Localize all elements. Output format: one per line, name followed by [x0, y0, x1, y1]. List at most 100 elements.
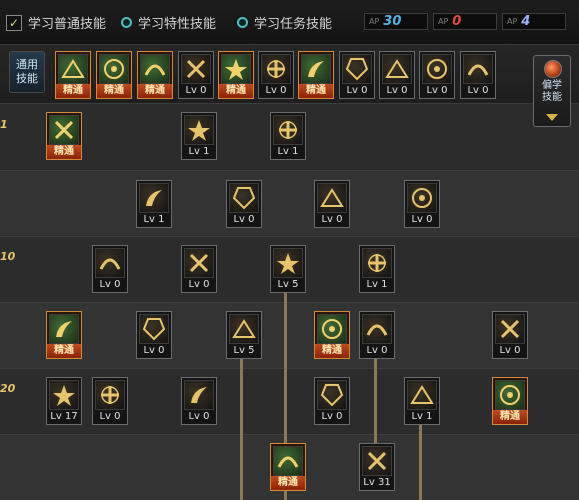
- dragon-icon: [49, 115, 79, 145]
- tree-skill-slot[interactable]: Lv 0: [92, 377, 128, 425]
- skill-level-caption: Lv 0: [499, 345, 521, 356]
- tree-skill-slot[interactable]: Lv 5: [226, 311, 262, 359]
- skill-level-caption: Lv 5: [233, 345, 255, 356]
- stance-icon: [301, 54, 331, 84]
- level-marker: 1: [0, 118, 8, 131]
- wave-slash-icon: [273, 248, 303, 278]
- tree-skill-slot[interactable]: Lv 0: [314, 180, 350, 228]
- skill-level-caption: Lv 0: [233, 214, 255, 225]
- skill-tab-bar: ✓ 学习普通技能 学习特性技能 学习任务技能 AP 30 AP 0 AP 4: [0, 0, 579, 45]
- skill-level-caption: Lv 0: [426, 85, 448, 96]
- tree-skill-slot[interactable]: 精通: [46, 311, 82, 359]
- tree-skill-slot[interactable]: Lv 17: [46, 377, 82, 425]
- skill-level-caption: Lv 5: [277, 279, 299, 290]
- points-value: 0: [452, 14, 462, 29]
- common-skill-slot[interactable]: Lv 0: [178, 51, 214, 99]
- skill-connector: [419, 424, 422, 500]
- common-skills-label: 通用 技能: [9, 51, 45, 93]
- lane-divider: [0, 170, 579, 171]
- specialize-skills-label: 偏学 技能: [542, 80, 562, 103]
- skill-level-caption: Lv 0: [321, 214, 343, 225]
- tree-skill-slot[interactable]: Lv 0: [492, 311, 528, 359]
- tree-skill-slot[interactable]: Lv 5: [270, 245, 306, 293]
- skill-level-caption: Lv 0: [321, 411, 343, 422]
- slash-wave-icon: [273, 446, 303, 476]
- vortex-icon: [407, 380, 437, 410]
- common-skill-slot[interactable]: 精通: [96, 51, 132, 99]
- points-box-blue: AP 30: [364, 13, 428, 30]
- fire-orb-icon: [544, 60, 562, 78]
- tab-quest-skills-label: 学习任务技能: [254, 17, 333, 32]
- tree-skill-slot[interactable]: Lv 0: [181, 377, 217, 425]
- skill-level-caption: Lv 0: [366, 345, 388, 356]
- skill-level-caption: Lv 0: [346, 85, 368, 96]
- crescent-icon: [407, 183, 437, 213]
- armor-icon: [422, 54, 452, 84]
- wings-icon: [181, 54, 211, 84]
- tree-skill-slot[interactable]: Lv 1: [404, 377, 440, 425]
- tab-trait-skills[interactable]: 学习特性技能: [121, 13, 216, 32]
- tree-skill-slot[interactable]: Lv 1: [136, 180, 172, 228]
- tree-skill-slot[interactable]: Lv 1: [181, 112, 217, 160]
- skill-level-caption: Lv 0: [99, 411, 121, 422]
- tree-skill-slot[interactable]: Lv 0: [181, 245, 217, 293]
- common-skill-slot[interactable]: 精通: [55, 51, 91, 99]
- common-skill-slot[interactable]: 精通: [218, 51, 254, 99]
- skill-level-caption: Lv 0: [143, 345, 165, 356]
- lane-divider: [0, 236, 579, 237]
- tree-skill-slot[interactable]: Lv 0: [314, 377, 350, 425]
- tree-skill-slot[interactable]: 精通: [314, 311, 350, 359]
- skill-level-caption: Lv 0: [467, 85, 489, 96]
- skill-level-caption: 精通: [271, 476, 305, 490]
- shield-icon: [95, 248, 125, 278]
- tree-skill-slot[interactable]: Lv 0: [136, 311, 172, 359]
- points-box-red: AP 0: [433, 13, 497, 30]
- skill-level-caption: 精通: [47, 145, 81, 159]
- skill-level-caption: Lv 0: [99, 279, 121, 290]
- tree-skill-slot[interactable]: 精通: [270, 443, 306, 491]
- skill-level-caption: Lv 1: [143, 214, 165, 225]
- radio-icon: [237, 17, 248, 28]
- flame-slash-icon: [139, 183, 169, 213]
- tree-skill-slot[interactable]: 精通: [46, 112, 82, 160]
- common-skill-slot[interactable]: Lv 0: [258, 51, 294, 99]
- dragon-icon: [342, 54, 372, 84]
- common-skill-slot[interactable]: Lv 0: [379, 51, 415, 99]
- crouch-icon: [58, 54, 88, 84]
- tab-quest-skills[interactable]: 学习任务技能: [237, 13, 332, 32]
- fireball-icon: [317, 183, 347, 213]
- common-skill-slot[interactable]: Lv 0: [339, 51, 375, 99]
- skill-connector: [240, 358, 243, 500]
- tree-skill-slot[interactable]: Lv 31: [359, 443, 395, 491]
- common-skill-slot[interactable]: Lv 0: [419, 51, 455, 99]
- points-label: AP: [369, 17, 380, 26]
- claw-icon: [362, 248, 392, 278]
- tree-skill-slot[interactable]: 精通: [492, 377, 528, 425]
- tree-skill-slot[interactable]: Lv 0: [92, 245, 128, 293]
- level-marker: 20: [0, 382, 16, 395]
- specialize-skills-button[interactable]: 偏学 技能: [533, 55, 571, 127]
- points-value: 4: [521, 14, 531, 29]
- skill-level-caption: Lv 0: [185, 85, 207, 96]
- sprint-icon: [184, 248, 214, 278]
- tree-skill-slot[interactable]: Lv 0: [226, 180, 262, 228]
- common-skill-slot[interactable]: 精通: [298, 51, 334, 99]
- lane-divider: [0, 434, 579, 435]
- skill-level-caption: 精通: [138, 84, 172, 98]
- tab-trait-skills-label: 学习特性技能: [138, 17, 217, 32]
- fire-claw-icon: [495, 314, 525, 344]
- skill-level-caption: Lv 17: [50, 411, 78, 422]
- tree-skill-slot[interactable]: Lv 0: [404, 180, 440, 228]
- tree-skill-slot[interactable]: Lv 1: [359, 245, 395, 293]
- common-skill-slot[interactable]: 精通: [137, 51, 173, 99]
- tab-normal-skills[interactable]: ✓ 学习普通技能: [6, 13, 106, 32]
- flame-blade-icon: [495, 380, 525, 410]
- sword-swing-icon: [273, 115, 303, 145]
- tree-skill-slot[interactable]: Lv 1: [270, 112, 306, 160]
- common-skill-slot[interactable]: Lv 0: [460, 51, 496, 99]
- points-label: AP: [507, 17, 518, 26]
- leap-icon: [49, 314, 79, 344]
- kunai-icon: [184, 115, 214, 145]
- radio-icon: [121, 17, 132, 28]
- tree-skill-slot[interactable]: Lv 0: [359, 311, 395, 359]
